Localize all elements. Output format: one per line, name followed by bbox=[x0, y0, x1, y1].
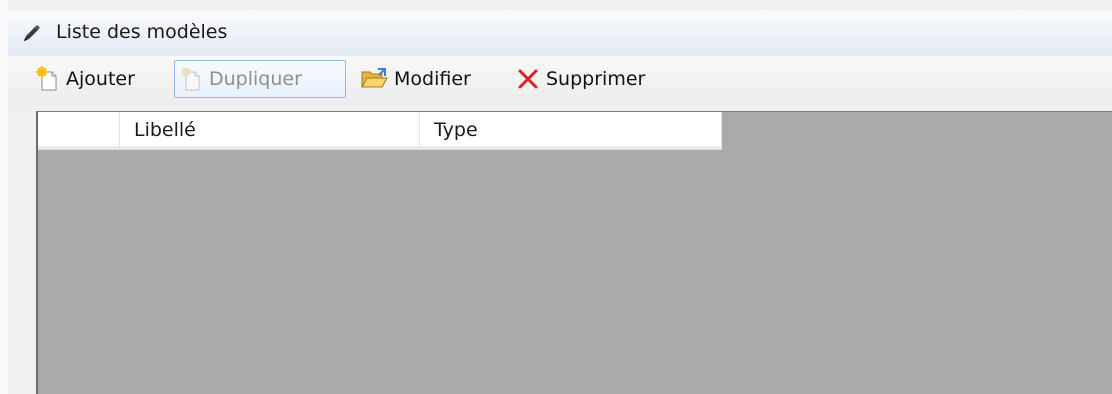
open-folder-icon bbox=[361, 68, 388, 88]
edit-button[interactable]: Modifier bbox=[356, 60, 475, 98]
row-header-column[interactable] bbox=[38, 112, 120, 149]
delete-button[interactable]: Supprimer bbox=[512, 60, 649, 98]
delete-x-icon bbox=[518, 69, 538, 89]
new-document-icon bbox=[36, 66, 57, 91]
delete-label: Supprimer bbox=[546, 68, 646, 90]
toolbar: Ajouter Dupliquer Modifier Supprimer bbox=[8, 56, 1112, 105]
window-title: Liste des modèles bbox=[56, 21, 228, 43]
duplicate-button[interactable]: Dupliquer bbox=[174, 60, 346, 98]
add-label: Ajouter bbox=[66, 68, 135, 90]
column-header-type[interactable]: Type bbox=[420, 112, 722, 149]
models-grid[interactable]: Libellé Type bbox=[36, 111, 1112, 394]
column-header-libelle[interactable]: Libellé bbox=[120, 112, 420, 149]
grid-header: Libellé Type bbox=[38, 112, 722, 150]
title-bar: Liste des modèles bbox=[8, 10, 1112, 57]
pencil-icon bbox=[24, 25, 40, 41]
window-edge bbox=[0, 0, 8, 394]
duplicate-label: Dupliquer bbox=[209, 68, 302, 90]
add-button[interactable]: Ajouter bbox=[32, 60, 139, 98]
models-list-window: Liste des modèles Ajouter Dupliquer Modi… bbox=[0, 0, 1112, 394]
duplicate-document-icon bbox=[181, 67, 200, 91]
edit-label: Modifier bbox=[394, 68, 471, 90]
